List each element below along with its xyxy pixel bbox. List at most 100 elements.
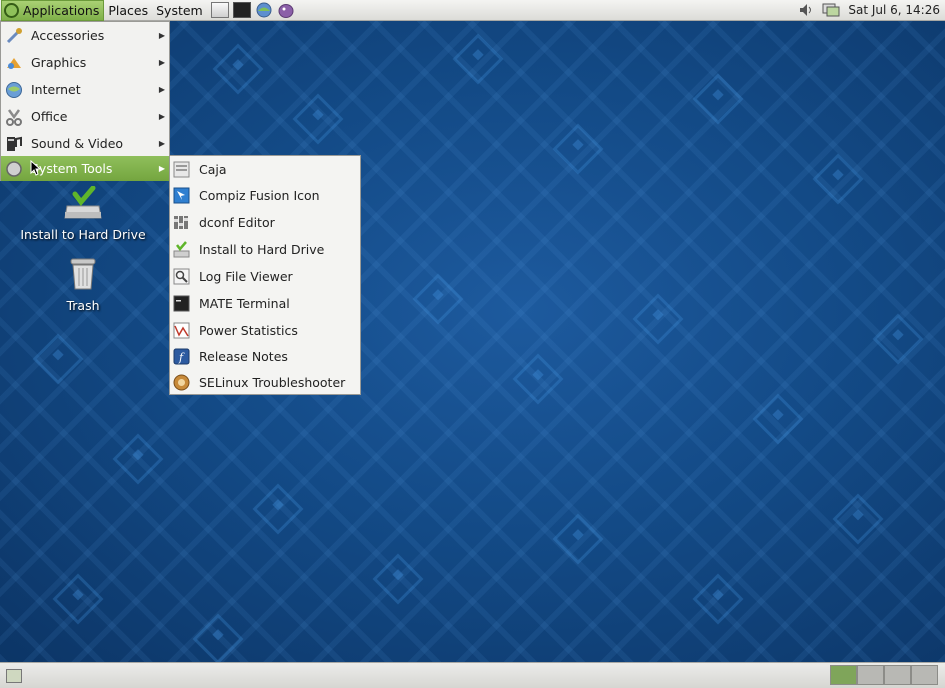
bottom-panel bbox=[0, 662, 945, 688]
submenu-item-label: Power Statistics bbox=[199, 322, 298, 338]
workspace-2[interactable] bbox=[857, 665, 884, 685]
background-pattern bbox=[512, 353, 564, 405]
background-pattern bbox=[372, 553, 424, 605]
office-icon bbox=[6, 108, 22, 126]
dconf-icon bbox=[174, 215, 188, 229]
web-browser-launcher-icon[interactable] bbox=[255, 2, 273, 18]
submenu-arrow-icon: ▶ bbox=[158, 164, 165, 173]
submenu-arrow-icon: ▶ bbox=[158, 139, 165, 148]
system-tools-icon bbox=[6, 160, 22, 177]
submenu-item-label: MATE Terminal bbox=[199, 295, 290, 311]
desktop-icon-install-to-hard-drive[interactable]: Install to Hard Drive bbox=[13, 185, 153, 242]
background-pattern bbox=[872, 313, 924, 365]
menu-item-label: Office bbox=[31, 109, 68, 124]
menu-item-label: Sound & Video bbox=[31, 136, 124, 151]
mate-logo-icon bbox=[4, 2, 19, 18]
workspace-1[interactable] bbox=[830, 665, 857, 685]
background-pattern bbox=[752, 393, 804, 445]
menu-item-internet[interactable]: Internet ▶ bbox=[1, 76, 169, 103]
network-icon[interactable] bbox=[822, 3, 840, 17]
clock[interactable]: Sat Jul 6, 14:26 bbox=[848, 3, 940, 17]
background-pattern bbox=[552, 513, 604, 565]
compiz-icon bbox=[173, 187, 190, 203]
internet-icon bbox=[6, 81, 22, 98]
caja-icon bbox=[173, 161, 190, 177]
submenu-arrow-icon: ▶ bbox=[158, 85, 165, 94]
submenu-item-label: Install to Hard Drive bbox=[199, 241, 325, 257]
menu-item-office[interactable]: Office ▶ bbox=[1, 103, 169, 130]
terminal-launcher-icon[interactable] bbox=[232, 2, 251, 18]
background-pattern bbox=[552, 123, 604, 175]
submenu-item-label: Release Notes bbox=[199, 348, 288, 364]
selinux-icon bbox=[173, 374, 190, 390]
background-pattern bbox=[452, 33, 504, 85]
background-pattern bbox=[32, 333, 84, 385]
submenu-item-label: Log File Viewer bbox=[199, 268, 293, 284]
menu-item-label: Accessories bbox=[31, 28, 105, 43]
workspace-4[interactable] bbox=[911, 665, 938, 685]
accessories-icon bbox=[6, 27, 22, 43]
background-pattern bbox=[832, 493, 884, 545]
desktop-icon-label: Install to Hard Drive bbox=[20, 227, 146, 242]
background-pattern bbox=[632, 293, 684, 345]
desktop-icon-label: Trash bbox=[66, 298, 100, 313]
volume-icon[interactable] bbox=[798, 3, 814, 17]
mouse-cursor-icon bbox=[30, 160, 42, 176]
system-tools-submenu: Caja Compiz Fusion Icon dconf Editor Ins… bbox=[169, 155, 361, 395]
submenu-item-log-file-viewer[interactable]: Log File Viewer bbox=[170, 263, 360, 289]
submenu-item-install-to-hard-drive[interactable]: Install to Hard Drive bbox=[170, 236, 360, 262]
submenu-item-compiz-fusion-icon[interactable]: Compiz Fusion Icon bbox=[170, 182, 360, 208]
system-tray: Sat Jul 6, 14:26 bbox=[798, 0, 945, 21]
applications-dropdown-menu: Accessories ▶ Graphics ▶ Internet ▶ Offi… bbox=[0, 21, 170, 181]
background-pattern bbox=[252, 483, 304, 535]
background-pattern bbox=[692, 73, 744, 125]
menu-item-sound-video[interactable]: Sound & Video ▶ bbox=[1, 130, 169, 157]
submenu-item-release-notes[interactable]: f Release Notes bbox=[170, 343, 360, 369]
show-desktop-icon[interactable] bbox=[6, 669, 22, 683]
menu-item-label: Graphics bbox=[31, 55, 87, 70]
places-menu-button[interactable]: Places bbox=[104, 0, 152, 21]
menu-item-system-tools[interactable]: System Tools ▶ bbox=[1, 156, 169, 181]
log-viewer-icon bbox=[173, 268, 190, 284]
system-label: System bbox=[156, 2, 203, 18]
background-pattern bbox=[192, 613, 244, 662]
submenu-item-mate-terminal[interactable]: MATE Terminal bbox=[170, 290, 360, 316]
submenu-item-caja[interactable]: Caja bbox=[170, 156, 360, 182]
submenu-arrow-icon: ▶ bbox=[158, 31, 165, 40]
system-menu-button[interactable]: System bbox=[152, 0, 207, 21]
menu-item-accessories[interactable]: Accessories ▶ bbox=[1, 22, 169, 49]
text-editor-launcher-icon[interactable] bbox=[210, 2, 229, 18]
submenu-item-dconf-editor[interactable]: dconf Editor bbox=[170, 209, 360, 235]
install-drive-icon bbox=[64, 185, 102, 219]
background-pattern bbox=[212, 43, 264, 95]
background-pattern bbox=[292, 93, 344, 145]
menu-item-label: Internet bbox=[31, 82, 81, 97]
applications-menu-button[interactable]: Applications bbox=[1, 0, 105, 21]
menu-item-graphics[interactable]: Graphics ▶ bbox=[1, 49, 169, 76]
submenu-arrow-icon: ▶ bbox=[158, 112, 165, 121]
install-icon bbox=[173, 240, 190, 257]
top-panel: Applications Places System Sat Jul 6, 14… bbox=[0, 0, 945, 21]
workspace-3[interactable] bbox=[884, 665, 911, 685]
submenu-item-power-statistics[interactable]: Power Statistics bbox=[170, 317, 360, 343]
background-pattern bbox=[112, 433, 164, 485]
background-pattern bbox=[692, 573, 744, 625]
terminal-icon bbox=[173, 295, 190, 311]
submenu-item-selinux-troubleshooter[interactable]: SELinux Troubleshooter bbox=[170, 369, 360, 395]
desktop-icon-trash[interactable]: Trash bbox=[13, 257, 153, 313]
trash-icon bbox=[70, 258, 96, 290]
release-notes-icon: f bbox=[173, 348, 190, 364]
submenu-arrow-icon: ▶ bbox=[158, 58, 165, 67]
submenu-item-label: Caja bbox=[199, 161, 227, 177]
submenu-item-label: dconf Editor bbox=[199, 214, 275, 230]
sound-video-icon bbox=[7, 136, 22, 151]
graphics-icon bbox=[7, 57, 21, 69]
power-stats-icon bbox=[173, 322, 190, 338]
places-label: Places bbox=[108, 2, 149, 18]
background-pattern bbox=[812, 153, 864, 205]
submenu-item-label: SELinux Troubleshooter bbox=[199, 374, 346, 390]
menu-item-label: System Tools bbox=[31, 161, 113, 176]
applications-label: Applications bbox=[23, 2, 100, 18]
background-pattern bbox=[412, 273, 464, 325]
pidgin-launcher-icon[interactable] bbox=[277, 2, 295, 18]
